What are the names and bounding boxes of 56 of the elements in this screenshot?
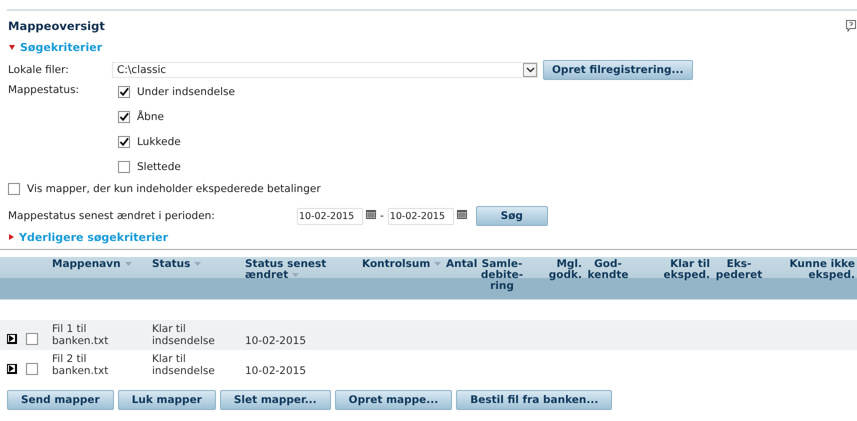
column-header[interactable]: Mgl. godk. (528, 259, 582, 281)
action-button[interactable]: Slet mapper... (220, 390, 331, 410)
column-header[interactable]: Antal (446, 259, 478, 270)
calendar-icon[interactable] (366, 210, 376, 218)
checkbox[interactable] (118, 161, 130, 173)
checkbox[interactable] (118, 136, 130, 148)
column-header[interactable]: Status senest ændret (245, 259, 358, 281)
date-field[interactable]: 10-02-2015 (297, 208, 363, 224)
sort-icon (434, 262, 442, 266)
action-button[interactable]: Opret mappe... (334, 390, 452, 410)
caret-icon[interactable] (9, 44, 15, 50)
column-header[interactable]: Mappenavn (52, 259, 132, 270)
range-separator: - (380, 210, 384, 222)
column-header[interactable]: Status (152, 259, 202, 270)
column-header[interactable]: God-kendte (586, 259, 630, 281)
table-cell: 10-02-2015 (245, 335, 306, 347)
column-header[interactable]: Eks-pederet (714, 259, 764, 281)
calendar-icon[interactable] (456, 210, 467, 218)
row-checkbox[interactable] (26, 333, 38, 345)
column-header[interactable]: Kunne ikke eksped. (768, 259, 855, 281)
table-cell-text: Klar til indsendelse (152, 353, 216, 377)
checkbox-label: Under indsendelse (137, 86, 235, 98)
row-checkbox[interactable] (26, 363, 38, 375)
field-label: Mappestatus senest ændret i perioden: (8, 210, 216, 222)
table-cell-text: Fil 2 til banken.txt (52, 353, 110, 377)
field-label: Lokale filer: (8, 64, 70, 76)
date-field[interactable]: 10-02-2015 (388, 208, 454, 224)
folder-select[interactable]: C:\classic (112, 62, 538, 78)
checkbox-label: Vis mapper, der kun indeholder ekspederede betalinger (27, 183, 321, 195)
action-button[interactable]: Luk mapper (118, 390, 216, 410)
checkbox-label: Slettede (137, 161, 181, 173)
help-icon[interactable] (846, 20, 856, 32)
table-cell-text: Klar til indsendelse (152, 323, 216, 347)
expand-button[interactable] (7, 364, 17, 374)
column-header[interactable]: Klar til eksped. (634, 259, 710, 281)
caret-icon[interactable] (9, 234, 14, 240)
checkbox[interactable] (118, 111, 130, 123)
search-button[interactable]: Søg (476, 206, 548, 226)
action-button[interactable]: Bestil fil fra banken... (456, 390, 612, 410)
checkbox-label: Åbne (137, 111, 164, 123)
column-header[interactable]: Samle-debite-ring (480, 259, 524, 292)
table-cell-text: Fil 1 til banken.txt (52, 323, 110, 347)
page-title: Mappeoversigt (8, 19, 105, 33)
checkbox[interactable] (118, 86, 130, 98)
checkbox-label: Lukkede (137, 136, 181, 148)
sort-icon (194, 262, 202, 266)
field-label: Mappestatus: (8, 84, 80, 98)
table-cell: 10-02-2015 (245, 365, 306, 377)
sort-icon (292, 273, 300, 278)
expand-button[interactable] (7, 334, 17, 344)
sort-icon (124, 262, 132, 266)
column-header[interactable]: Kontrolsum (362, 259, 442, 270)
chevron-icon (526, 67, 534, 73)
action-button[interactable]: Send mapper (7, 390, 114, 410)
create-registration-button[interactable]: Opret filregistrering... (543, 60, 693, 80)
checkbox[interactable] (8, 183, 20, 195)
